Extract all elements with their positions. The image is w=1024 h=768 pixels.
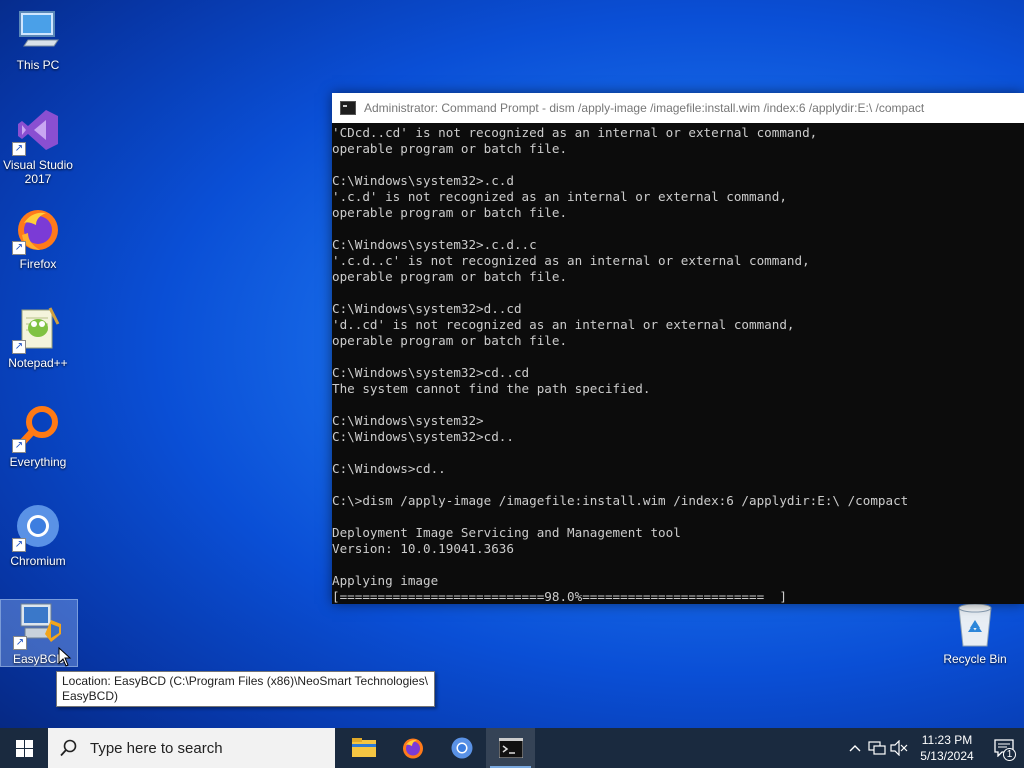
file-explorer-icon (351, 738, 376, 757)
console-line: Applying image (332, 573, 439, 588)
desktop-icon-everything[interactable]: ↗ Everything (0, 403, 76, 469)
tooltip-line: EasyBCD) (62, 689, 119, 703)
console-line: C:\Windows\system32>.c.d (332, 173, 514, 188)
desktop-icon-chromium[interactable]: ↗ Chromium (0, 502, 76, 568)
console-output[interactable]: 'CDcd..cd' is not recognized as an inter… (332, 123, 1024, 605)
clock-date: 5/13/2024 (920, 749, 974, 763)
firefox-icon: ↗ (12, 205, 62, 255)
console-line: 'd..cd' is not recognized as an internal… (332, 317, 795, 332)
notification-count-badge: 1 (1003, 748, 1016, 761)
everything-search-icon: ↗ (12, 403, 62, 453)
mouse-cursor-icon (58, 647, 72, 667)
console-line: 'CDcd..cd' is not recognized as an inter… (332, 125, 818, 140)
clock-time: 11:23 PM (921, 733, 973, 747)
desktop-icon-visual-studio[interactable]: ↗ Visual Studio 2017 (0, 106, 76, 186)
console-line: C:\Windows\system32>cd.. (332, 429, 514, 444)
chromium-icon: ↗ (12, 502, 62, 552)
shortcut-arrow-icon: ↗ (12, 340, 26, 354)
recycle-bin-icon (951, 600, 999, 648)
desktop-icon-recycle-bin[interactable]: Recycle Bin (937, 600, 1013, 666)
computer-icon (14, 6, 62, 54)
taskbar-command-prompt[interactable] (486, 728, 535, 768)
console-line: operable program or batch file. (332, 205, 568, 220)
visual-studio-icon: ↗ (12, 106, 62, 156)
console-line: operable program or batch file. (332, 333, 568, 348)
console-line: [===========================98.0%=======… (332, 589, 787, 604)
command-prompt-window[interactable]: Administrator: Command Prompt - dism /ap… (332, 93, 1024, 604)
network-icon[interactable] (866, 728, 888, 768)
desktop-icon-label: Notepad++ (8, 356, 68, 370)
show-hidden-icons-chevron-icon[interactable] (844, 728, 866, 768)
console-line: operable program or batch file. (332, 141, 568, 156)
chromium-icon (451, 737, 472, 759)
location-tooltip: Location: EasyBCD (C:\Program Files (x86… (56, 671, 435, 707)
easybcd-icon: ↗ (13, 600, 63, 650)
console-line: C:\Windows\system32>cd..cd (332, 365, 530, 380)
start-button[interactable] (0, 728, 48, 768)
shortcut-arrow-icon: ↗ (12, 241, 26, 255)
search-icon (60, 739, 77, 757)
desktop-icon-label: Firefox (19, 257, 57, 271)
shortcut-arrow-icon: ↗ (13, 636, 27, 650)
firefox-icon (402, 738, 423, 759)
window-title: Administrator: Command Prompt - dism /ap… (364, 101, 925, 115)
console-line: C:\Windows\system32>.c.d..c (332, 237, 537, 252)
shortcut-arrow-icon: ↗ (12, 439, 26, 453)
notepadpp-icon: ↗ (12, 304, 62, 354)
console-line: Version: 10.0.19041.3636 (332, 541, 514, 556)
taskbar-firefox[interactable] (388, 728, 437, 768)
system-tray: 11:23 PM 5/13/2024 1 (844, 728, 1024, 768)
desktop-icon-label: Recycle Bin (943, 652, 1007, 666)
taskbar-file-explorer[interactable] (339, 728, 388, 768)
console-line: C:\>dism /apply-image /imagefile:install… (332, 493, 909, 508)
search-placeholder: Type here to search (90, 739, 223, 757)
volume-muted-icon[interactable] (888, 728, 910, 768)
console-line: operable program or batch file. (332, 269, 568, 284)
console-line: '.c.d..c' is not recognized as an intern… (332, 253, 810, 268)
desktop-icon-firefox[interactable]: ↗ Firefox (0, 205, 76, 271)
taskbar-search-box[interactable]: Type here to search (48, 728, 335, 768)
desktop-icon-label: This PC (16, 58, 60, 72)
action-center-button[interactable]: 1 (984, 728, 1024, 768)
tooltip-line: Location: EasyBCD (C:\Program Files (x86… (62, 674, 428, 688)
command-prompt-icon (340, 101, 356, 115)
desktop-icon-label: Everything (9, 455, 67, 469)
console-line: Deployment Image Servicing and Managemen… (332, 525, 681, 540)
console-line: '.c.d' is not recognized as an internal … (332, 189, 787, 204)
console-line: C:\Windows\system32> (332, 413, 484, 428)
taskbar: Type here to search 11:23 PM 5/13/2024 1 (0, 728, 1024, 768)
desktop-icon-label: Visual Studio 2017 (3, 158, 73, 186)
taskbar-chromium[interactable] (437, 728, 486, 768)
shortcut-arrow-icon: ↗ (12, 142, 26, 156)
windows-logo-icon (15, 739, 33, 757)
shortcut-arrow-icon: ↗ (12, 538, 26, 552)
console-line: C:\Windows>cd.. (332, 461, 446, 476)
window-titlebar[interactable]: Administrator: Command Prompt - dism /ap… (332, 93, 1024, 123)
desktop-icon-this-pc[interactable]: This PC (0, 6, 76, 72)
desktop-icon-label: Chromium (10, 554, 66, 568)
command-prompt-icon (498, 738, 523, 758)
desktop-icon-notepadpp[interactable]: ↗ Notepad++ (0, 304, 76, 370)
taskbar-clock[interactable]: 11:23 PM 5/13/2024 (910, 732, 984, 764)
console-line: C:\Windows\system32>d..cd (332, 301, 522, 316)
console-line: The system cannot find the path specifie… (332, 381, 651, 396)
